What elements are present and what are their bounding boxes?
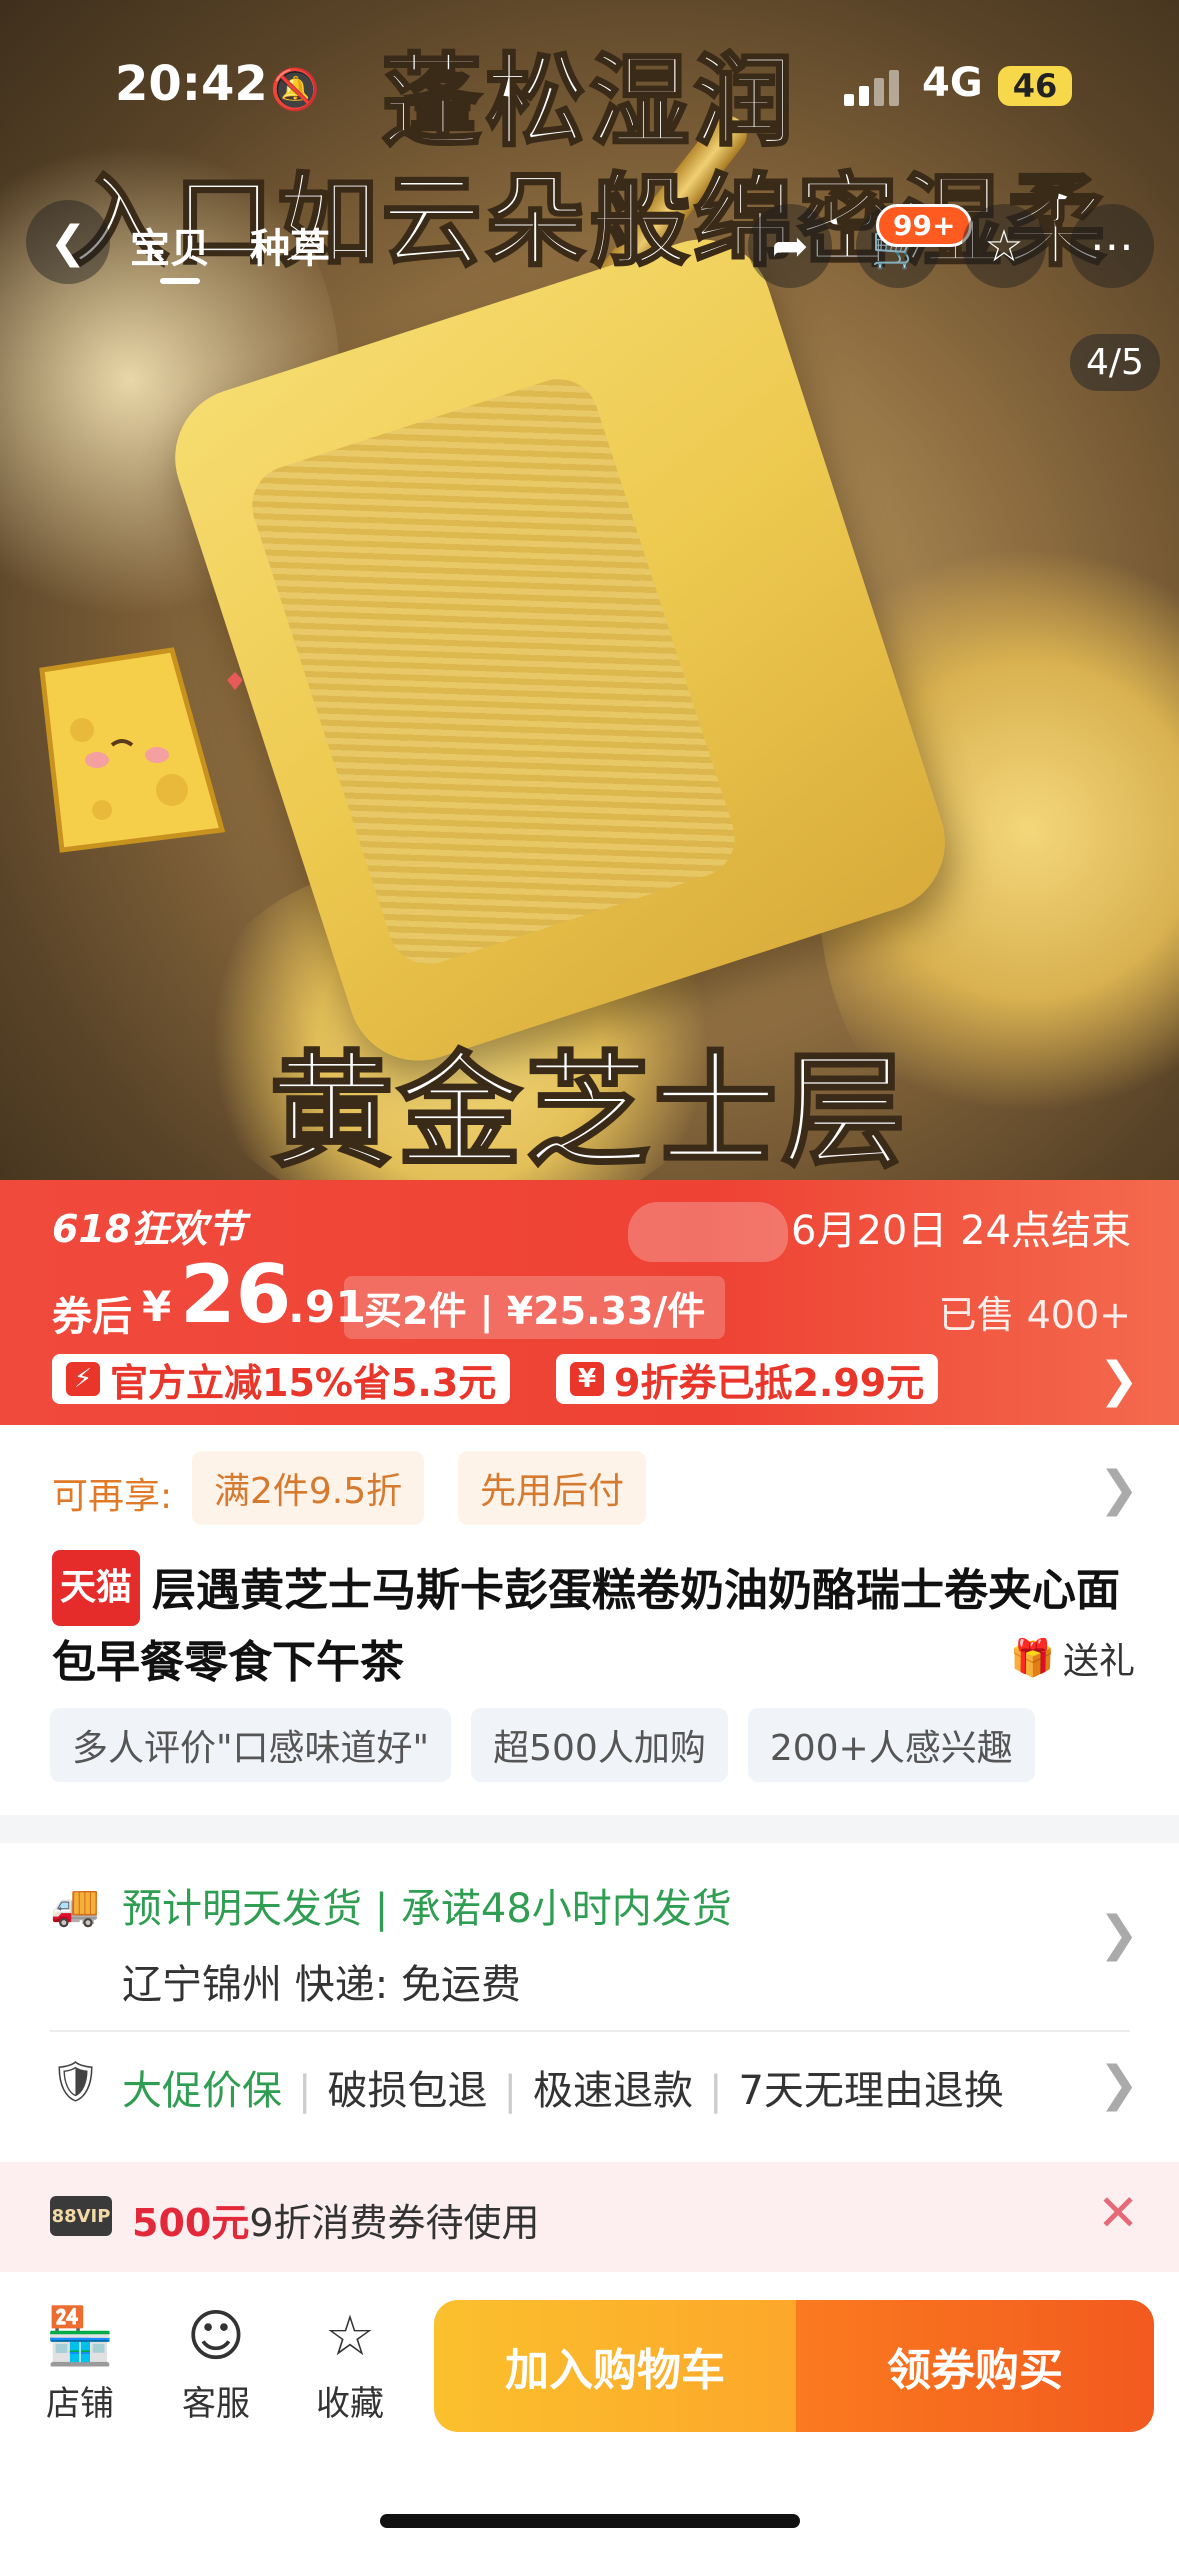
smiley-chat-icon: ☺ [186,2304,246,2369]
guarantee-row[interactable]: 大促价保 | 破损包退 | 极速退款 | 7天无理由退换 [122,2058,1004,2116]
vip-coupon-text: 500元9折消费券待使用 [132,2201,540,2245]
promo-price-bar[interactable]: 618狂欢节 6月20日 24点结束 券后 ¥ 26 .91 买2件 | ¥25… [0,1180,1179,1425]
offer-tag: 先用后付 [458,1451,647,1525]
vip-coupon-banner[interactable]: 88VIP 500元9折消费券待使用 ✕ [0,2162,1179,2272]
multi-buy-price: 买2件 | ¥25.33/件 [344,1276,726,1339]
tmall-cat-logo [628,1202,788,1262]
lightning-icon: ⚡ [66,1362,100,1396]
product-title-text: 层遇黄芝士马斯卡彭蛋糕卷奶油奶酪瑞士卷夹心面包早餐零食下午茶 [52,1565,1121,1688]
chevron-right-icon: ❯ [1098,1461,1139,1517]
highlight-tag: 多人评价"口感味道好" [50,1708,452,1782]
image-counter: 4/5 [1070,334,1160,391]
vip-badge: 88VIP [50,2196,112,2236]
store-icon: 🏪 [45,2304,115,2369]
status-bar: 20:42 🔕 4G 46 [0,0,1179,170]
home-indicator[interactable] [380,2514,800,2528]
network-type: 4G [922,60,983,106]
discount-chip: ⚡ 官方立减15%省5.3元 [52,1354,511,1405]
battery-indicator: 46 [998,66,1072,106]
star-icon: ☆ [984,220,1024,272]
tmall-badge: 天猫 [52,1550,141,1626]
cell-signal-icon [844,70,899,106]
product-title: 天猫 层遇黄芝士马斯卡彭蛋糕卷奶油奶酪瑞士卷夹心面包早餐零食下午茶 [52,1550,1132,1699]
coupon-chip: ¥ 9折券已抵2.99元 [556,1354,939,1405]
favorite-top-button[interactable]: ☆ [962,204,1046,288]
cart-count-badge: 99+ [876,204,973,247]
chevron-right-icon: ❯ [1098,1352,1139,1408]
price-after-label: 券后 [52,1294,132,1340]
tab-product[interactable]: 宝贝 [130,216,210,274]
share-icon: ➦ [771,220,809,272]
chevron-left-icon: ❮ [49,216,87,268]
shipping-estimate[interactable]: 预计明天发货 | 承诺48小时内发货 [122,1876,732,1934]
coupon-icon: ¥ [570,1362,604,1396]
buy-with-coupon-button[interactable]: 领券购买 [796,2300,1154,2432]
hero-caption: 黄金芝士层 [268,1039,910,1181]
shipping-origin[interactable]: 辽宁锦州 快递: 免运费 [122,1952,521,2010]
product-image-gallery[interactable]: 蓬松湿润 入口如云朵般绵密湿柔 黄金芝士层 [0,0,1179,1180]
chevron-right-icon[interactable]: ❯ [1099,2056,1139,2112]
shield-icon: 🛡 [50,2059,101,2105]
promo-end-time: 6月20日 24点结束 [791,1208,1131,1254]
silent-bell-icon: 🔕 [270,67,320,113]
clock: 20:42 [115,56,268,112]
currency-symbol: ¥ [142,1282,172,1331]
chevron-right-icon[interactable]: ❯ [1099,1906,1139,1962]
share-button[interactable]: ➦ [748,204,832,288]
extra-offers-label: 可再享: [52,1476,173,1517]
back-button[interactable]: ❮ [26,200,110,284]
more-button[interactable]: ⋯ [1070,204,1154,288]
price-integer: 26 [180,1248,292,1341]
add-to-cart-button[interactable]: 加入购物车 [434,2300,796,2432]
gift-icon: 🎁 [1010,1638,1055,1679]
gift-button[interactable]: 🎁 送礼 [1010,1632,1135,1684]
active-tab-indicator [160,278,200,284]
sold-count: 已售 400+ [938,1293,1131,1337]
highlight-tag: 超500人加购 [471,1708,728,1782]
extra-offers-row[interactable]: 可再享: 满2件9.5折 先用后付 ❯ [0,1425,1179,1545]
divider [50,2030,1130,2032]
service-button[interactable]: ☺ 客服 [166,2302,266,2425]
highlight-tags: 多人评价"口感味道好" 超500人加购 200+人感兴趣 [50,1708,1179,1782]
shop-button[interactable]: 🏪 店铺 [30,2302,130,2425]
tab-recommend[interactable]: 种草 [250,216,330,274]
truck-icon: 🚚 [50,1883,100,1929]
festival-label: 618狂欢节 [52,1207,246,1251]
star-icon: ☆ [324,2304,376,2369]
cheese-sticker [22,640,243,870]
section-divider [0,1815,1179,1843]
close-icon[interactable]: ✕ [1097,2184,1139,2242]
favorite-button[interactable]: ☆ 收藏 [300,2302,400,2425]
offer-tag: 满2件9.5折 [192,1451,425,1525]
top-tabs: 宝贝 种草 [130,216,330,284]
highlight-tag: 200+人感兴趣 [747,1708,1035,1782]
more-dots-icon: ⋯ [1090,220,1134,272]
